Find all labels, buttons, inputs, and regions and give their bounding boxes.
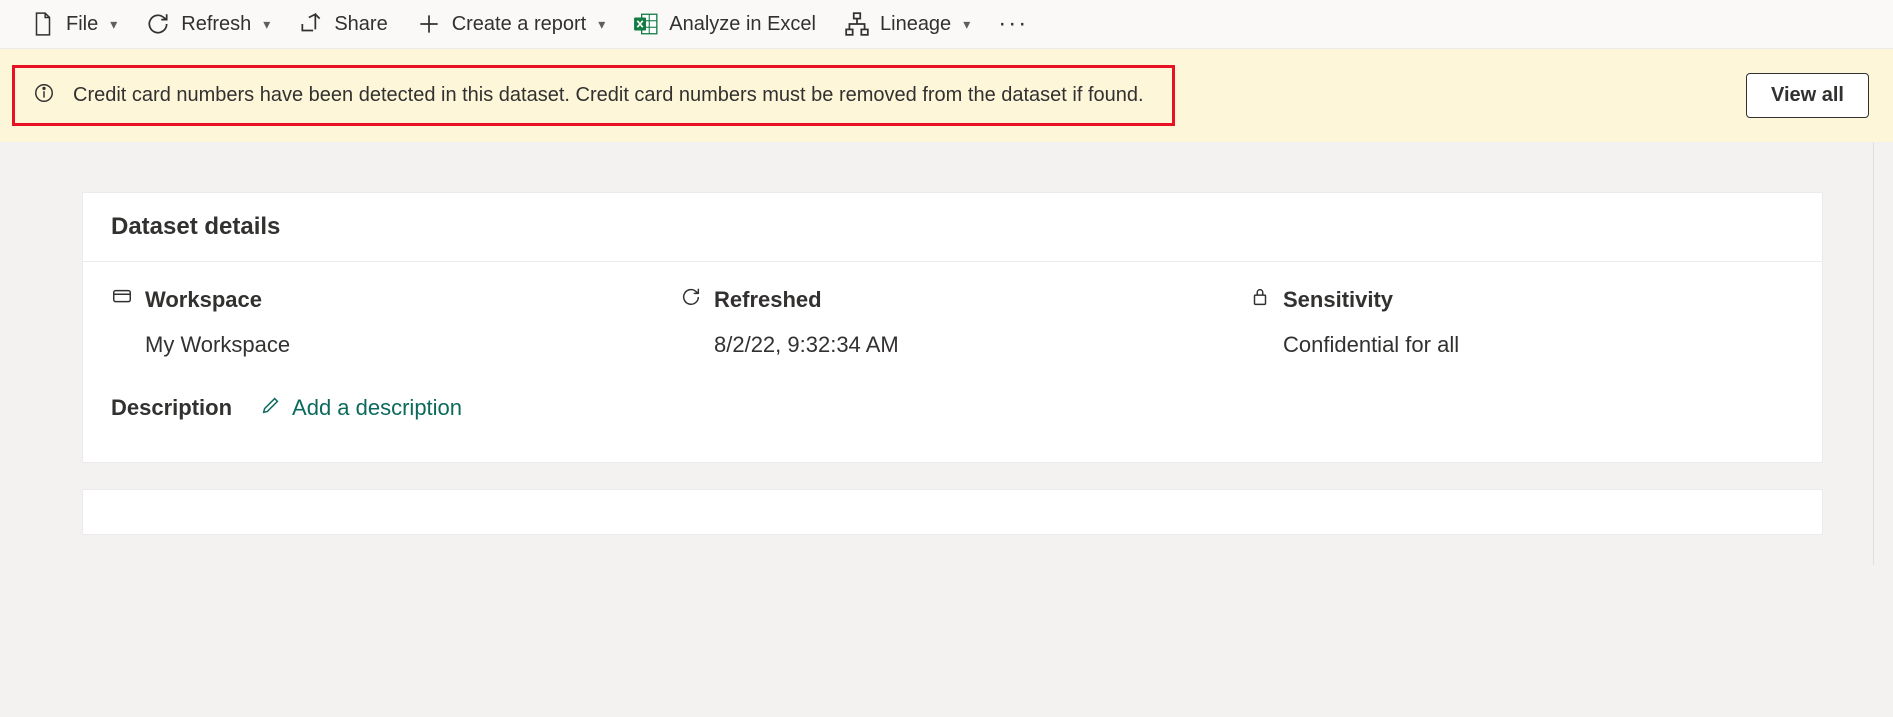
add-description-button[interactable]: Add a description	[260, 394, 462, 422]
toolbar: File ▾ Refresh ▾ Share Create a report ▾	[0, 0, 1893, 49]
refresh-menu[interactable]: Refresh ▾	[145, 11, 270, 37]
refreshed-value: 8/2/22, 9:32:34 AM	[680, 332, 1225, 358]
analyze-excel-button[interactable]: Analyze in Excel	[633, 11, 816, 37]
workspace-detail: Workspace My Workspace	[111, 286, 656, 358]
workspace-icon	[111, 286, 133, 314]
chevron-down-icon: ▾	[598, 16, 605, 33]
file-menu[interactable]: File ▾	[30, 11, 117, 37]
chevron-down-icon: ▾	[263, 16, 270, 33]
secondary-card	[82, 489, 1823, 535]
refresh-label: Refresh	[181, 13, 251, 36]
more-options-button[interactable]: ···	[998, 10, 1028, 38]
warning-banner: Credit card numbers have been detected i…	[0, 49, 1893, 142]
info-icon	[33, 82, 55, 109]
sensitivity-detail: Sensitivity Confidential for all	[1249, 286, 1794, 358]
create-report-menu[interactable]: Create a report ▾	[416, 11, 606, 37]
sensitivity-icon	[1249, 286, 1271, 314]
sensitivity-value: Confidential for all	[1249, 332, 1794, 358]
pencil-icon	[260, 394, 282, 422]
dataset-details-card: Dataset details Workspace My Workspace	[82, 192, 1823, 463]
banner-message: Credit card numbers have been detected i…	[73, 84, 1144, 107]
banner-highlight: Credit card numbers have been detected i…	[12, 65, 1175, 126]
card-title: Dataset details	[83, 193, 1822, 262]
analyze-excel-label: Analyze in Excel	[669, 13, 816, 36]
left-rail	[0, 142, 22, 565]
chevron-down-icon: ▾	[110, 16, 117, 33]
refresh-icon	[145, 11, 171, 37]
workspace-label: Workspace	[145, 287, 262, 313]
refreshed-icon	[680, 286, 702, 314]
view-all-button[interactable]: View all	[1746, 73, 1869, 118]
lineage-label: Lineage	[880, 13, 951, 36]
description-label: Description	[111, 395, 232, 421]
create-report-label: Create a report	[452, 13, 587, 36]
workspace-value: My Workspace	[111, 332, 656, 358]
add-description-label: Add a description	[292, 395, 462, 421]
file-icon	[30, 11, 56, 37]
refreshed-label: Refreshed	[714, 287, 822, 313]
share-label: Share	[334, 13, 387, 36]
vertical-scrollbar[interactable]	[1873, 142, 1893, 565]
plus-icon	[416, 11, 442, 37]
share-icon	[298, 11, 324, 37]
refreshed-detail: Refreshed 8/2/22, 9:32:34 AM	[680, 286, 1225, 358]
share-button[interactable]: Share	[298, 11, 387, 37]
excel-icon	[633, 11, 659, 37]
file-label: File	[66, 13, 98, 36]
chevron-down-icon: ▾	[963, 16, 970, 33]
sensitivity-label: Sensitivity	[1283, 287, 1393, 313]
lineage-menu[interactable]: Lineage ▾	[844, 11, 970, 37]
lineage-icon	[844, 11, 870, 37]
